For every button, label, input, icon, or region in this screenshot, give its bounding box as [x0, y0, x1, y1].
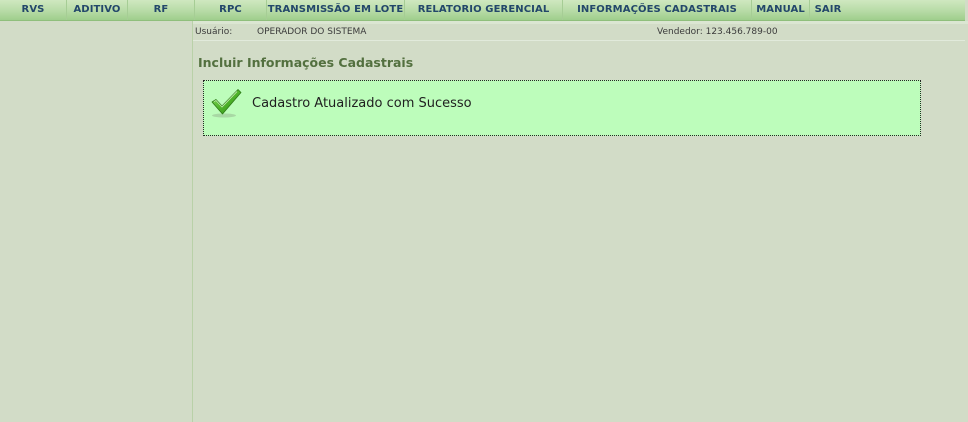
menu-item-sair[interactable]: SAIR	[810, 0, 846, 20]
menu-item-rf[interactable]: RF	[128, 0, 195, 20]
page-title: Incluir Informações Cadastrais	[198, 55, 414, 70]
check-icon	[211, 89, 242, 118]
success-message-box: Cadastro Atualizado com Sucesso	[203, 80, 921, 136]
vendor-info: Vendedor: 123.456.789-00	[657, 27, 778, 37]
menu-item-transmissao-em-lote[interactable]: TRANSMISSÃO EM LOTE	[267, 0, 405, 20]
menu-item-aditivo[interactable]: ADITIVO	[67, 0, 128, 20]
user-label: Usuário:	[195, 27, 233, 37]
menu-item-rpc[interactable]: RPC	[195, 0, 267, 20]
menu-item-manual[interactable]: MANUAL	[752, 0, 810, 20]
user-info-bar: Usuário: OPERADOR DO SISTEMA Vendedor: 1…	[193, 24, 965, 41]
top-menu-bar: RVS ADITIVO RF RPC TRANSMISSÃO EM LOTE R…	[0, 0, 965, 21]
left-sidebar	[0, 21, 193, 422]
success-message: Cadastro Atualizado com Sucesso	[252, 96, 472, 111]
user-name: OPERADOR DO SISTEMA	[257, 27, 367, 37]
menu-item-relatorio-gerencial[interactable]: RELATORIO GERENCIAL	[405, 0, 563, 20]
menu-item-informacoes-cadastrais[interactable]: INFORMAÇÕES CADASTRAIS	[563, 0, 752, 20]
menu-item-rvs[interactable]: RVS	[0, 0, 67, 20]
